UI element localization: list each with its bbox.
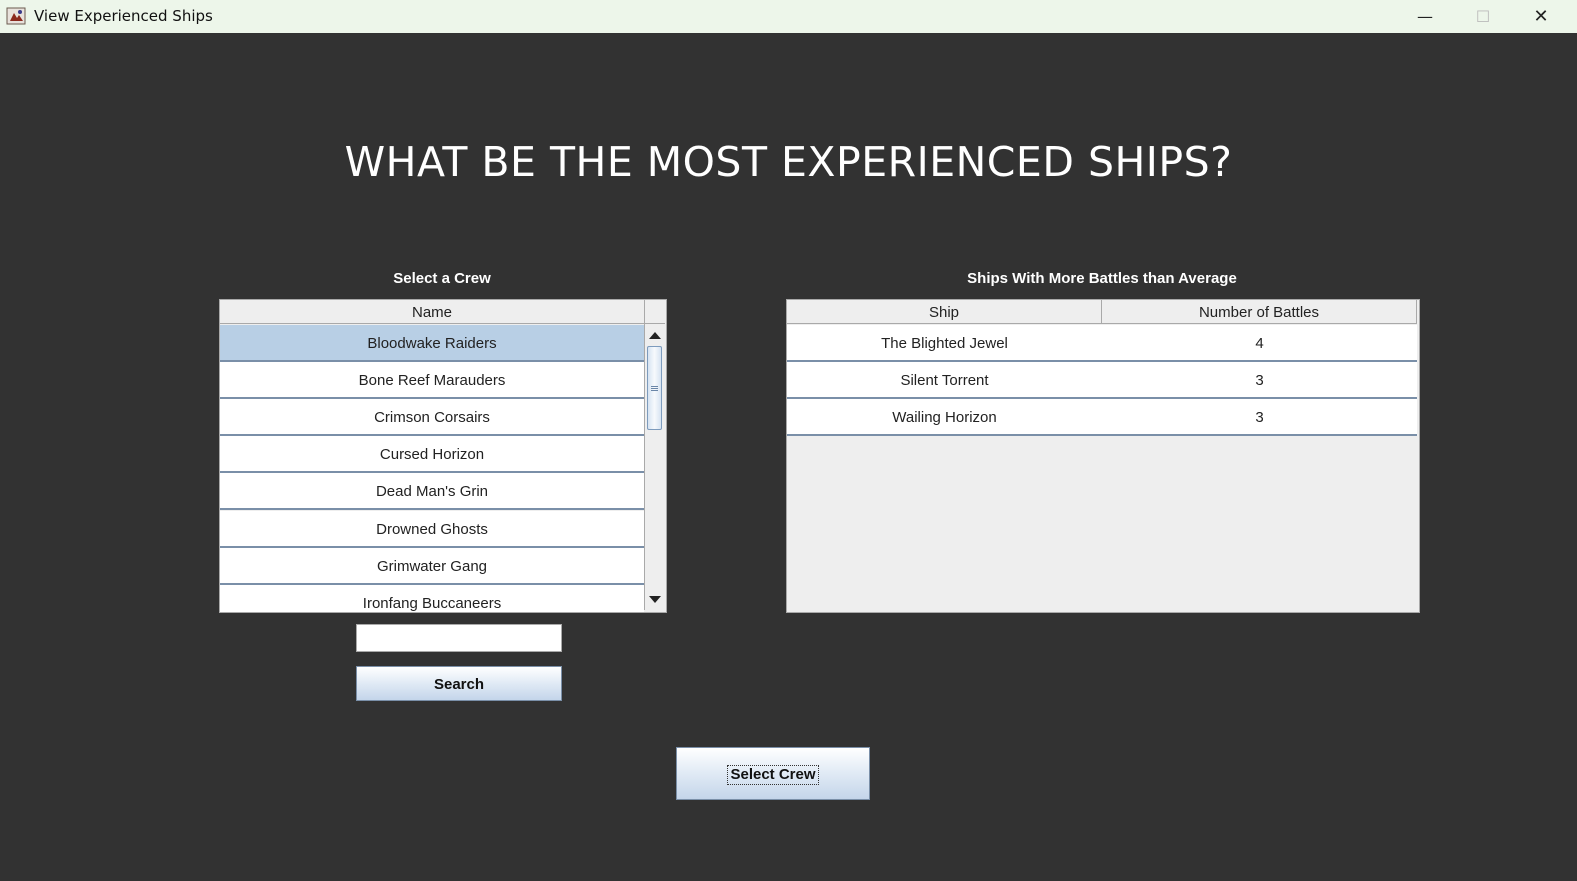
select-crew-button[interactable]: Select Crew bbox=[676, 747, 870, 800]
java-app-icon bbox=[6, 7, 26, 25]
ships-section-label: Ships With More Battles than Average bbox=[967, 270, 1237, 287]
grip-line bbox=[651, 386, 658, 387]
maximize-icon: ☐ bbox=[1475, 7, 1491, 26]
ship-row[interactable]: The Blighted Jewel 4 bbox=[787, 325, 1417, 362]
ship-row[interactable]: Wailing Horizon 3 bbox=[787, 399, 1417, 436]
window-title: View Experienced Ships bbox=[34, 7, 213, 25]
crew-row[interactable]: Grimwater Gang bbox=[220, 548, 644, 585]
close-button[interactable]: ✕ bbox=[1512, 0, 1570, 33]
ships-table: Ship Number of Battles The Blighted Jewe… bbox=[786, 299, 1420, 613]
crew-name-cell: Grimwater Gang bbox=[376, 558, 488, 575]
minimize-button[interactable]: — bbox=[1396, 0, 1454, 33]
crew-section-label: Select a Crew bbox=[393, 270, 491, 287]
crew-name-cell: Bone Reef Marauders bbox=[358, 372, 506, 389]
grip-line bbox=[651, 390, 658, 391]
crew-row[interactable]: Bone Reef Marauders bbox=[220, 362, 644, 399]
battles-count-cell: 3 bbox=[1255, 409, 1264, 426]
grip-line bbox=[651, 388, 658, 389]
crew-name-cell: Bloodwake Raiders bbox=[367, 335, 497, 352]
select-crew-label: Select Crew bbox=[727, 765, 819, 785]
crew-name-cell: Cursed Horizon bbox=[379, 446, 485, 463]
crew-row[interactable]: Ironfang Buccaneers bbox=[220, 585, 644, 612]
search-button[interactable]: Search bbox=[356, 666, 562, 701]
minimize-icon: — bbox=[1417, 7, 1433, 26]
ship-name-cell: Silent Torrent bbox=[900, 372, 989, 389]
battles-count-cell: 3 bbox=[1255, 372, 1264, 389]
crew-name-cell: Dead Man's Grin bbox=[375, 483, 489, 500]
crew-scrollbar[interactable] bbox=[644, 324, 664, 610]
maximize-button[interactable]: ☐ bbox=[1454, 0, 1512, 33]
window-title-bar: View Experienced Ships — ☐ ✕ bbox=[0, 0, 1577, 33]
ship-name-cell: The Blighted Jewel bbox=[881, 335, 1008, 352]
crew-row[interactable]: Cursed Horizon bbox=[220, 436, 644, 473]
scroll-thumb[interactable] bbox=[647, 346, 662, 430]
ship-column-header[interactable]: Ship bbox=[787, 300, 1102, 324]
crew-header-corner bbox=[645, 300, 665, 324]
crew-row[interactable]: Crimson Corsairs bbox=[220, 399, 644, 436]
page-heading: WHAT BE THE MOST EXPERIENCED SHIPS? bbox=[344, 138, 1233, 186]
close-icon: ✕ bbox=[1533, 6, 1549, 27]
ship-row[interactable]: Silent Torrent 3 bbox=[787, 362, 1417, 399]
crew-row[interactable]: Bloodwake Raiders bbox=[220, 325, 644, 362]
crew-row[interactable]: Drowned Ghosts bbox=[220, 511, 644, 548]
scroll-up-arrow-icon[interactable] bbox=[649, 332, 661, 339]
search-input[interactable] bbox=[356, 624, 562, 652]
crew-name-cell: Ironfang Buccaneers bbox=[362, 595, 502, 612]
ship-name-cell: Wailing Horizon bbox=[892, 409, 997, 426]
crew-table: Name Bloodwake Raiders Bone Reef Maraude… bbox=[219, 299, 667, 613]
crew-name-cell: Crimson Corsairs bbox=[374, 409, 490, 426]
crew-name-cell: Drowned Ghosts bbox=[376, 521, 488, 538]
crew-name-header[interactable]: Name bbox=[220, 300, 645, 324]
scroll-down-arrow-icon[interactable] bbox=[649, 596, 661, 603]
battles-column-header[interactable]: Number of Battles bbox=[1102, 300, 1417, 324]
battles-count-cell: 4 bbox=[1255, 335, 1264, 352]
crew-row[interactable]: Dead Man's Grin bbox=[220, 473, 644, 510]
